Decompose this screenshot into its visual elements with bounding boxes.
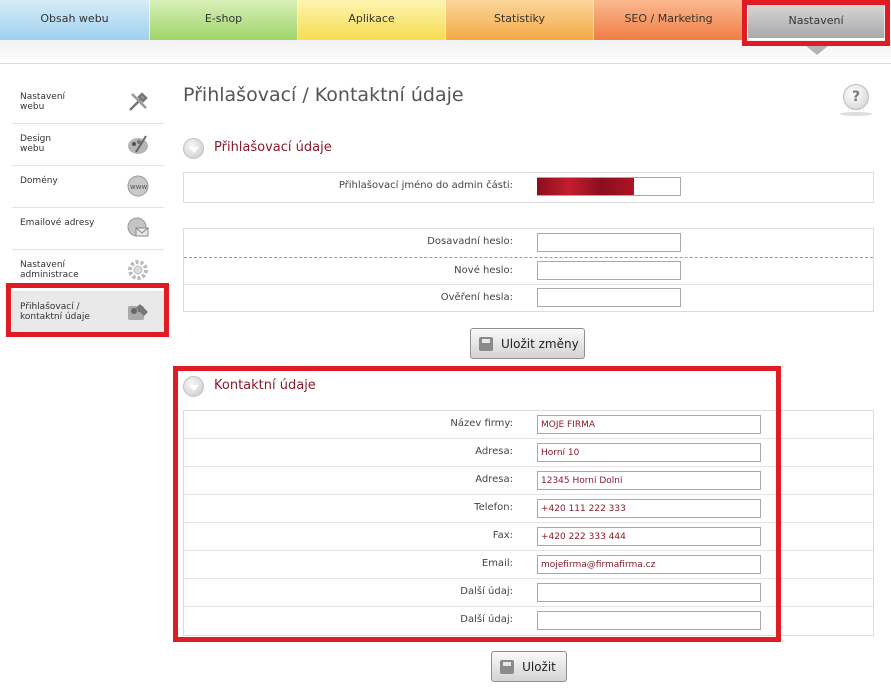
username-box: Přihlašovací jméno do admin části: (183, 172, 874, 203)
highlight-box-nastaveni (742, 0, 890, 46)
field-label: Nové heslo: (454, 265, 513, 276)
help-icon[interactable]: ? (843, 84, 869, 110)
section-title: Přihlašovací údaje (214, 140, 332, 155)
tab-obsah-webu[interactable]: Obsah webu (0, 0, 150, 40)
tab-aplikace[interactable]: Aplikace (298, 0, 446, 40)
field-label: Přihlašovací jméno do admin části: (338, 180, 513, 191)
form-row: Přihlašovací jméno do admin části: (184, 173, 873, 202)
highlight-box-contact (173, 366, 781, 642)
sidebar-item-label: Design webu (20, 134, 52, 154)
globe-www-icon: www (127, 175, 149, 197)
save-changes-button[interactable]: Uložit změny (470, 328, 585, 359)
password-box: Dosavadní heslo: Nové heslo: Ověření hes… (183, 228, 874, 312)
confirm-password-field[interactable] (537, 288, 681, 307)
current-password-field[interactable] (537, 233, 681, 252)
button-label: Uložit změny (501, 336, 579, 351)
sidebar-item-label: Nastavení webu (20, 92, 66, 112)
sidebar-item-label: Domény (20, 176, 58, 186)
tab-statistiky[interactable]: Statistiky (446, 0, 594, 40)
help-icon-shadow (840, 112, 872, 116)
new-password-field[interactable] (537, 261, 681, 280)
sidebar-item-label: Nastavení administrace (20, 260, 79, 280)
save-button[interactable]: Uložit (491, 651, 567, 682)
sidebar-item-emailove-adresy[interactable]: Emailové adresy (12, 208, 164, 250)
active-tab-pointer (806, 46, 828, 55)
form-row: Dosavadní heslo: (184, 229, 873, 258)
field-label: Ověření hesla: (440, 292, 513, 303)
email-globe-icon (127, 217, 149, 237)
floppy-disk-icon (500, 660, 514, 674)
highlight-box-sidebar (6, 283, 169, 337)
form-row: Ověření hesla: (184, 285, 873, 312)
svg-text:www: www (130, 183, 147, 191)
palette-icon (128, 135, 148, 154)
gear-icon (128, 260, 148, 280)
sidebar-item-design-webu[interactable]: Design webu (12, 124, 164, 166)
collapse-arrow-icon[interactable] (183, 138, 204, 159)
form-row: Nové heslo: (184, 258, 873, 285)
sidebar-item-nastaveni-webu[interactable]: Nastavení webu (12, 82, 164, 124)
redacted-username (537, 178, 634, 195)
divider (0, 63, 891, 64)
sidebar-item-domeny[interactable]: Domény www (12, 166, 164, 208)
sidebar-item-label: Emailové adresy (20, 218, 95, 228)
tools-icon (129, 92, 148, 111)
tab-seo-marketing[interactable]: SEO / Marketing (594, 0, 744, 40)
tab-e-shop[interactable]: E-shop (150, 0, 298, 40)
page-title: Přihlašovací / Kontaktní údaje (183, 84, 464, 106)
floppy-disk-icon (479, 337, 493, 351)
button-label: Uložit (522, 659, 556, 674)
field-label: Dosavadní heslo: (427, 236, 513, 247)
